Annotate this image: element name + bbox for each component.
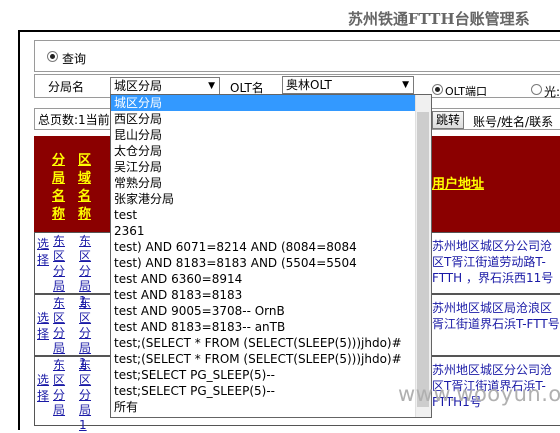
olt-select-value: 奥林OLT: [286, 78, 332, 92]
header-address: 用户地址: [432, 177, 485, 192]
dropdown-option[interactable]: 城区分局: [111, 95, 431, 111]
select-link[interactable]: 选择: [37, 372, 51, 404]
dropdown-option[interactable]: test: [111, 207, 431, 223]
dropdown-option[interactable]: 张家港分局: [111, 191, 431, 207]
dropdown-option[interactable]: 2361: [111, 223, 431, 239]
branch-dropdown-list[interactable]: 城区分局 西区分局 昆山分局 太仓分局 吴江分局 常熟分局 张家港分局 test 2361 tes…: [110, 94, 432, 418]
header-area: 区域名称: [78, 153, 92, 222]
dropdown-option[interactable]: test;SELECT PG_SLEEP(5)--: [111, 383, 431, 399]
chevron-down-icon: ▼: [208, 81, 215, 91]
dropdown-scrollbar-thumb[interactable]: [417, 112, 429, 407]
dropdown-option[interactable]: test AND 8183=8183: [111, 287, 431, 303]
select-link[interactable]: 选择: [37, 236, 51, 268]
address-cell: 苏州地区城区分公司沧区T胥江街道劳动路T-FTTH ，界石浜西11号: [432, 239, 554, 285]
page-total-text: 总页数:1当前: [38, 113, 110, 127]
dropdown-option[interactable]: test;SELECT PG_SLEEP(5)--: [111, 367, 431, 383]
dropdown-option[interactable]: 所有: [111, 399, 431, 415]
search-hint: 账号/姓名/联系: [473, 115, 554, 129]
dropdown-option[interactable]: test AND 9005=3708-- OrnB: [111, 303, 431, 319]
branch-cell[interactable]: 东区分局: [53, 358, 67, 418]
dropdown-option[interactable]: test) AND 6071=8214 AND (8084=8084: [111, 239, 431, 255]
branch-cell[interactable]: 东区分局: [53, 234, 67, 294]
olt-port-label: OLT端口: [445, 85, 487, 98]
chevron-down-icon: ▼: [402, 80, 409, 90]
dropdown-option[interactable]: 太仓分局: [111, 143, 431, 159]
select-link[interactable]: 选择: [37, 310, 51, 342]
branch-select-value: 城区分局: [114, 79, 163, 93]
dropdown-option[interactable]: test AND 6360=8914: [111, 271, 431, 287]
dropdown-option[interactable]: test;(SELECT * FROM (SELECT(SLEEP(5)))jh…: [111, 335, 431, 351]
branch-cell[interactable]: 东区分局: [53, 296, 67, 356]
dropdown-option[interactable]: 吴江分局: [111, 159, 431, 175]
dropdown-option[interactable]: test) AND 8183=8183 AND (5504=5504: [111, 255, 431, 271]
query-panel: [34, 40, 560, 72]
address-cell: 苏州地区城区局沧浪区胥江街道界石浜T-FTT号: [432, 301, 560, 331]
branch-select[interactable]: 城区分局 ▼: [110, 77, 220, 95]
page-title: 苏州铁通FTTH台账管理系: [348, 10, 530, 28]
query-label: 查询: [62, 52, 87, 66]
olt-port-radio[interactable]: [432, 84, 443, 95]
dropdown-option[interactable]: 常熟分局: [111, 175, 431, 191]
dropdown-option[interactable]: test;(SELECT * FROM (SELECT(SLEEP(5)))jh…: [111, 351, 431, 367]
optical-label: 光:: [544, 85, 560, 99]
watermark: www.wooyun.org: [398, 382, 560, 406]
dropdown-option[interactable]: 昆山分局: [111, 127, 431, 143]
dropdown-option[interactable]: 西区分局: [111, 111, 431, 127]
olt-select[interactable]: 奥林OLT ▼: [282, 76, 414, 94]
jump-button[interactable]: 跳转: [432, 111, 465, 129]
header-branch: 分局名称: [52, 153, 66, 222]
branch-label: 分局名: [48, 80, 85, 94]
query-radio[interactable]: [47, 51, 58, 62]
optical-radio[interactable]: [531, 84, 542, 95]
dropdown-option[interactable]: test AND 8183=8183-- anTB: [111, 319, 431, 335]
